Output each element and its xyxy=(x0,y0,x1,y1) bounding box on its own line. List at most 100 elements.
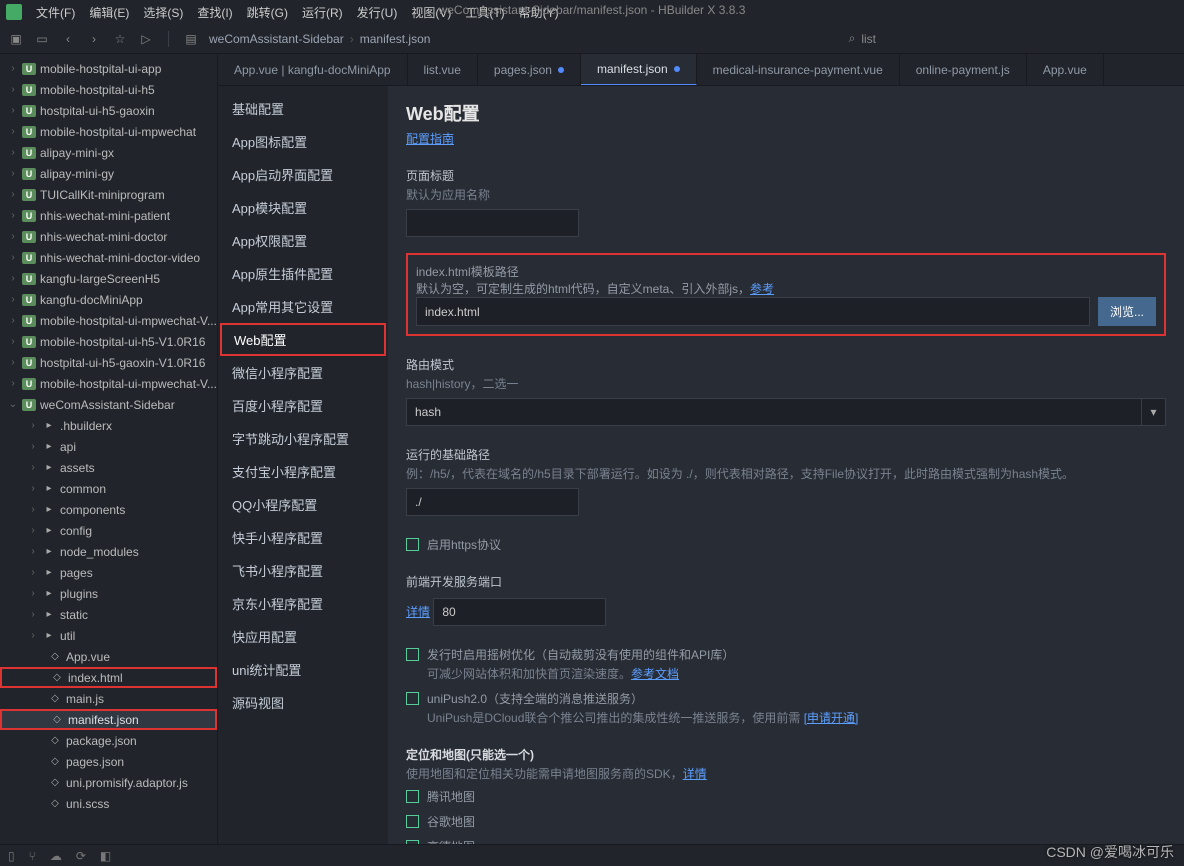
template-ref-link[interactable]: 参考 xyxy=(750,282,774,296)
file-item[interactable]: ◇main.js xyxy=(0,688,217,709)
menu-select[interactable]: 选择(S) xyxy=(137,2,189,23)
folder-item[interactable]: ›▸pages xyxy=(0,562,217,583)
config-nav-item[interactable]: App启动界面配置 xyxy=(218,158,388,191)
config-nav-item[interactable]: App权限配置 xyxy=(218,224,388,257)
config-nav-item[interactable]: 支付宝小程序配置 xyxy=(218,455,388,488)
config-nav-item[interactable]: 基础配置 xyxy=(218,92,388,125)
config-nav-item[interactable]: 微信小程序配置 xyxy=(218,356,388,389)
folder-item[interactable]: ›▸api xyxy=(0,436,217,457)
config-nav-item[interactable]: 飞书小程序配置 xyxy=(218,554,388,587)
terminal-icon[interactable]: ▯ xyxy=(8,849,15,863)
star-icon[interactable]: ☆ xyxy=(112,31,128,47)
file-item[interactable]: ◇App.vue xyxy=(0,646,217,667)
file-item[interactable]: ◇pages.json xyxy=(0,751,217,772)
project-item[interactable]: ›Uhostpital-ui-h5-gaoxin xyxy=(0,100,217,121)
menu-publish[interactable]: 发行(U) xyxy=(351,2,404,23)
map-link[interactable]: 详情 xyxy=(683,767,707,781)
debug-icon[interactable]: ◧ xyxy=(100,849,111,863)
treeshake-link[interactable]: 参考文档 xyxy=(631,667,679,681)
menu-run[interactable]: 运行(R) xyxy=(296,2,349,23)
https-checkbox[interactable] xyxy=(406,538,419,551)
config-nav-item[interactable]: App图标配置 xyxy=(218,125,388,158)
breadcrumb[interactable]: weComAssistant-Sidebar › manifest.json xyxy=(209,32,430,46)
project-item-open[interactable]: ⌄UweComAssistant-Sidebar xyxy=(0,394,217,415)
file-item[interactable]: ◇uni.scss xyxy=(0,793,217,814)
project-item[interactable]: ›Umobile-hostpital-ui-mpwechat xyxy=(0,121,217,142)
config-nav-item[interactable]: App模块配置 xyxy=(218,191,388,224)
treeshake-checkbox[interactable] xyxy=(406,648,419,661)
map-checkbox[interactable] xyxy=(406,790,419,803)
devport-link[interactable]: 详情 xyxy=(406,605,430,619)
explorer-icon[interactable]: ▤ xyxy=(183,31,199,47)
git-icon[interactable]: ⑂ xyxy=(29,849,36,863)
config-nav-item[interactable]: 源码视图 xyxy=(218,686,388,719)
search-text[interactable]: list xyxy=(861,32,876,46)
back-icon[interactable]: ‹ xyxy=(60,31,76,47)
menu-goto[interactable]: 跳转(G) xyxy=(241,2,294,23)
config-nav-item[interactable]: 快应用配置 xyxy=(218,620,388,653)
project-item[interactable]: ›Umobile-hostpital-ui-mpwechat-V... xyxy=(0,373,217,394)
folder-item[interactable]: ›▸plugins xyxy=(0,583,217,604)
config-guide-link[interactable]: 配置指南 xyxy=(406,132,454,146)
file-item[interactable]: ◇package.json xyxy=(0,730,217,751)
cloud-icon[interactable]: ☁ xyxy=(50,849,62,863)
folder-item[interactable]: ›▸static xyxy=(0,604,217,625)
template-input[interactable] xyxy=(416,297,1090,326)
menu-edit[interactable]: 编辑(E) xyxy=(83,2,135,23)
menu-find[interactable]: 查找(I) xyxy=(191,2,238,23)
unipush-link[interactable]: [申请开通] xyxy=(804,711,859,725)
folder-item[interactable]: ›▸components xyxy=(0,499,217,520)
project-item[interactable]: ›Unhis-wechat-mini-doctor-video xyxy=(0,247,217,268)
project-item[interactable]: ›Umobile-hostpital-ui-mpwechat-V... xyxy=(0,310,217,331)
browse-button[interactable]: 浏览... xyxy=(1098,297,1156,326)
page-title-input[interactable] xyxy=(406,209,579,237)
project-item[interactable]: ›UTUICallKit-miniprogram xyxy=(0,184,217,205)
file-item[interactable]: ◇uni.promisify.adaptor.js xyxy=(0,772,217,793)
sync-icon[interactable]: ⟳ xyxy=(76,849,86,863)
project-item[interactable]: ›Umobile-hostpital-ui-h5-V1.0R16 xyxy=(0,331,217,352)
save-icon[interactable]: ▣ xyxy=(8,31,24,47)
editor-tab[interactable]: online-payment.js xyxy=(900,54,1027,85)
folder-item[interactable]: ›▸.hbuilderx xyxy=(0,415,217,436)
project-item[interactable]: ›Unhis-wechat-mini-patient xyxy=(0,205,217,226)
project-item[interactable]: ›Uhostpital-ui-h5-gaoxin-V1.0R16 xyxy=(0,352,217,373)
folder-item[interactable]: ›▸assets xyxy=(0,457,217,478)
config-nav-item[interactable]: 百度小程序配置 xyxy=(218,389,388,422)
project-item[interactable]: ›Ualipay-mini-gx xyxy=(0,142,217,163)
menu-file[interactable]: 文件(F) xyxy=(30,2,81,23)
editor-tab[interactable]: pages.json xyxy=(478,54,581,85)
play-icon[interactable]: ▷ xyxy=(138,31,154,47)
editor-tab[interactable]: medical-insurance-payment.vue xyxy=(697,54,900,85)
editor-tab[interactable]: App.vue | kangfu-docMiniApp xyxy=(218,54,408,85)
editor-tab[interactable]: list.vue xyxy=(408,54,478,85)
config-nav-item[interactable]: App原生插件配置 xyxy=(218,257,388,290)
project-item[interactable]: ›Umobile-hostpital-ui-h5 xyxy=(0,79,217,100)
project-item[interactable]: ›Ualipay-mini-gy xyxy=(0,163,217,184)
unipush-checkbox[interactable] xyxy=(406,692,419,705)
map-checkbox[interactable] xyxy=(406,815,419,828)
config-nav-item[interactable]: 字节跳动小程序配置 xyxy=(218,422,388,455)
folder-item[interactable]: ›▸config xyxy=(0,520,217,541)
editor-tab[interactable]: App.vue xyxy=(1027,54,1104,85)
project-item[interactable]: ›Ukangfu-largeScreenH5 xyxy=(0,268,217,289)
breadcrumb-folder[interactable]: weComAssistant-Sidebar xyxy=(209,32,344,46)
folder-item[interactable]: ›▸util xyxy=(0,625,217,646)
config-nav-item[interactable]: 京东小程序配置 xyxy=(218,587,388,620)
breadcrumb-file[interactable]: manifest.json xyxy=(360,32,431,46)
project-item[interactable]: ›Ukangfu-docMiniApp xyxy=(0,289,217,310)
search-box[interactable]: ⌕ list xyxy=(849,31,1176,46)
base-input[interactable] xyxy=(406,488,579,516)
config-nav-item[interactable]: Web配置 xyxy=(220,323,386,356)
devport-input[interactable] xyxy=(433,598,606,626)
config-nav-item[interactable]: App常用其它设置 xyxy=(218,290,388,323)
folder-icon[interactable]: ▭ xyxy=(34,31,50,47)
folder-item[interactable]: ›▸node_modules xyxy=(0,541,217,562)
file-item[interactable]: ◇index.html xyxy=(0,667,217,688)
chevron-down-icon[interactable]: ▾ xyxy=(1142,398,1166,426)
config-nav-item[interactable]: uni统计配置 xyxy=(218,653,388,686)
editor-tab[interactable]: manifest.json xyxy=(581,54,697,85)
config-nav-item[interactable]: QQ小程序配置 xyxy=(218,488,388,521)
router-select[interactable] xyxy=(406,398,1142,426)
folder-item[interactable]: ›▸common xyxy=(0,478,217,499)
project-item[interactable]: ›Umobile-hostpital-ui-app xyxy=(0,58,217,79)
